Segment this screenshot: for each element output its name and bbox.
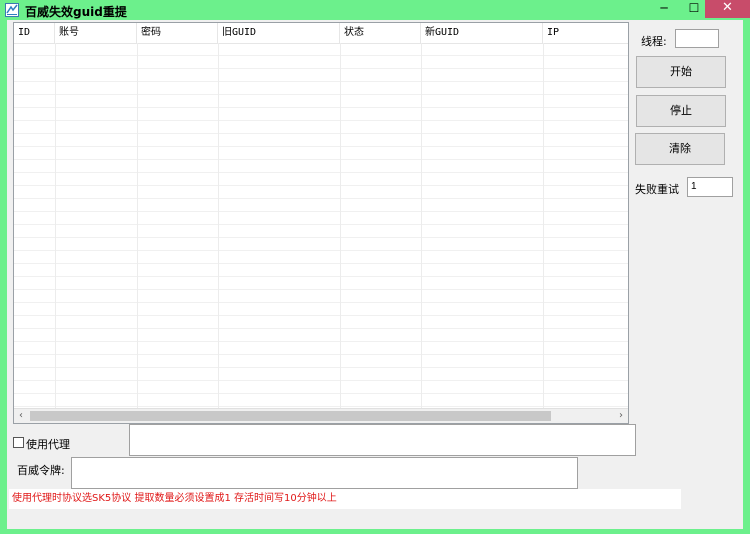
column-divider [218, 43, 219, 408]
use-proxy-checkbox[interactable] [13, 437, 24, 448]
threads-input[interactable] [675, 29, 719, 48]
table-header: ID 账号 密码 旧GUID 状态 新GUID IP [14, 23, 628, 44]
scroll-thumb[interactable] [30, 411, 551, 421]
app-icon [5, 3, 19, 17]
scroll-left-icon[interactable]: ‹ [14, 410, 28, 422]
column-divider [137, 43, 138, 408]
retry-input[interactable]: 1 [687, 177, 733, 197]
use-proxy-label: 使用代理 [26, 438, 70, 451]
results-table[interactable]: ID 账号 密码 旧GUID 状态 新GUID IP ‹ › [13, 22, 629, 424]
column-divider [543, 43, 544, 408]
column-header-password[interactable]: 密码 [137, 23, 218, 43]
column-header-id[interactable]: ID [14, 23, 55, 43]
start-button[interactable]: 开始 [636, 56, 726, 88]
clear-button[interactable]: 清除 [635, 133, 725, 165]
column-header-status[interactable]: 状态 [340, 23, 421, 43]
horizontal-scrollbar[interactable]: ‹ › [14, 408, 628, 423]
title-bar: 百威失效guid重提 ─ ☐ ✕ [0, 0, 750, 20]
token-input[interactable] [71, 457, 578, 489]
threads-label: 线程: [641, 35, 667, 48]
proxy-instructions-text: 使用代理时协议选SK5协议 提取数量必须设置成1 存活时间写10分钟以上 [9, 489, 681, 509]
column-header-account[interactable]: 账号 [55, 23, 137, 43]
column-header-ip[interactable]: IP [543, 23, 628, 43]
window-title: 百威失效guid重提 [25, 5, 127, 19]
column-header-new-guid[interactable]: 新GUID [421, 23, 543, 43]
stop-button[interactable]: 停止 [636, 95, 726, 127]
proxy-input[interactable] [129, 424, 636, 456]
column-divider [55, 43, 56, 408]
token-label: 百威令牌: [17, 464, 65, 477]
column-header-old-guid[interactable]: 旧GUID [218, 23, 340, 43]
main-panel: ID 账号 密码 旧GUID 状态 新GUID IP ‹ › 线程: 开始 停止… [7, 20, 743, 529]
scroll-right-icon[interactable]: › [614, 410, 628, 422]
retry-label: 失败重试 [635, 183, 679, 196]
minimize-button[interactable]: ─ [650, 0, 678, 18]
column-divider [340, 43, 341, 408]
column-divider [421, 43, 422, 408]
close-button[interactable]: ✕ [705, 0, 750, 18]
table-body [14, 43, 628, 408]
maximize-button[interactable]: ☐ [680, 0, 708, 18]
